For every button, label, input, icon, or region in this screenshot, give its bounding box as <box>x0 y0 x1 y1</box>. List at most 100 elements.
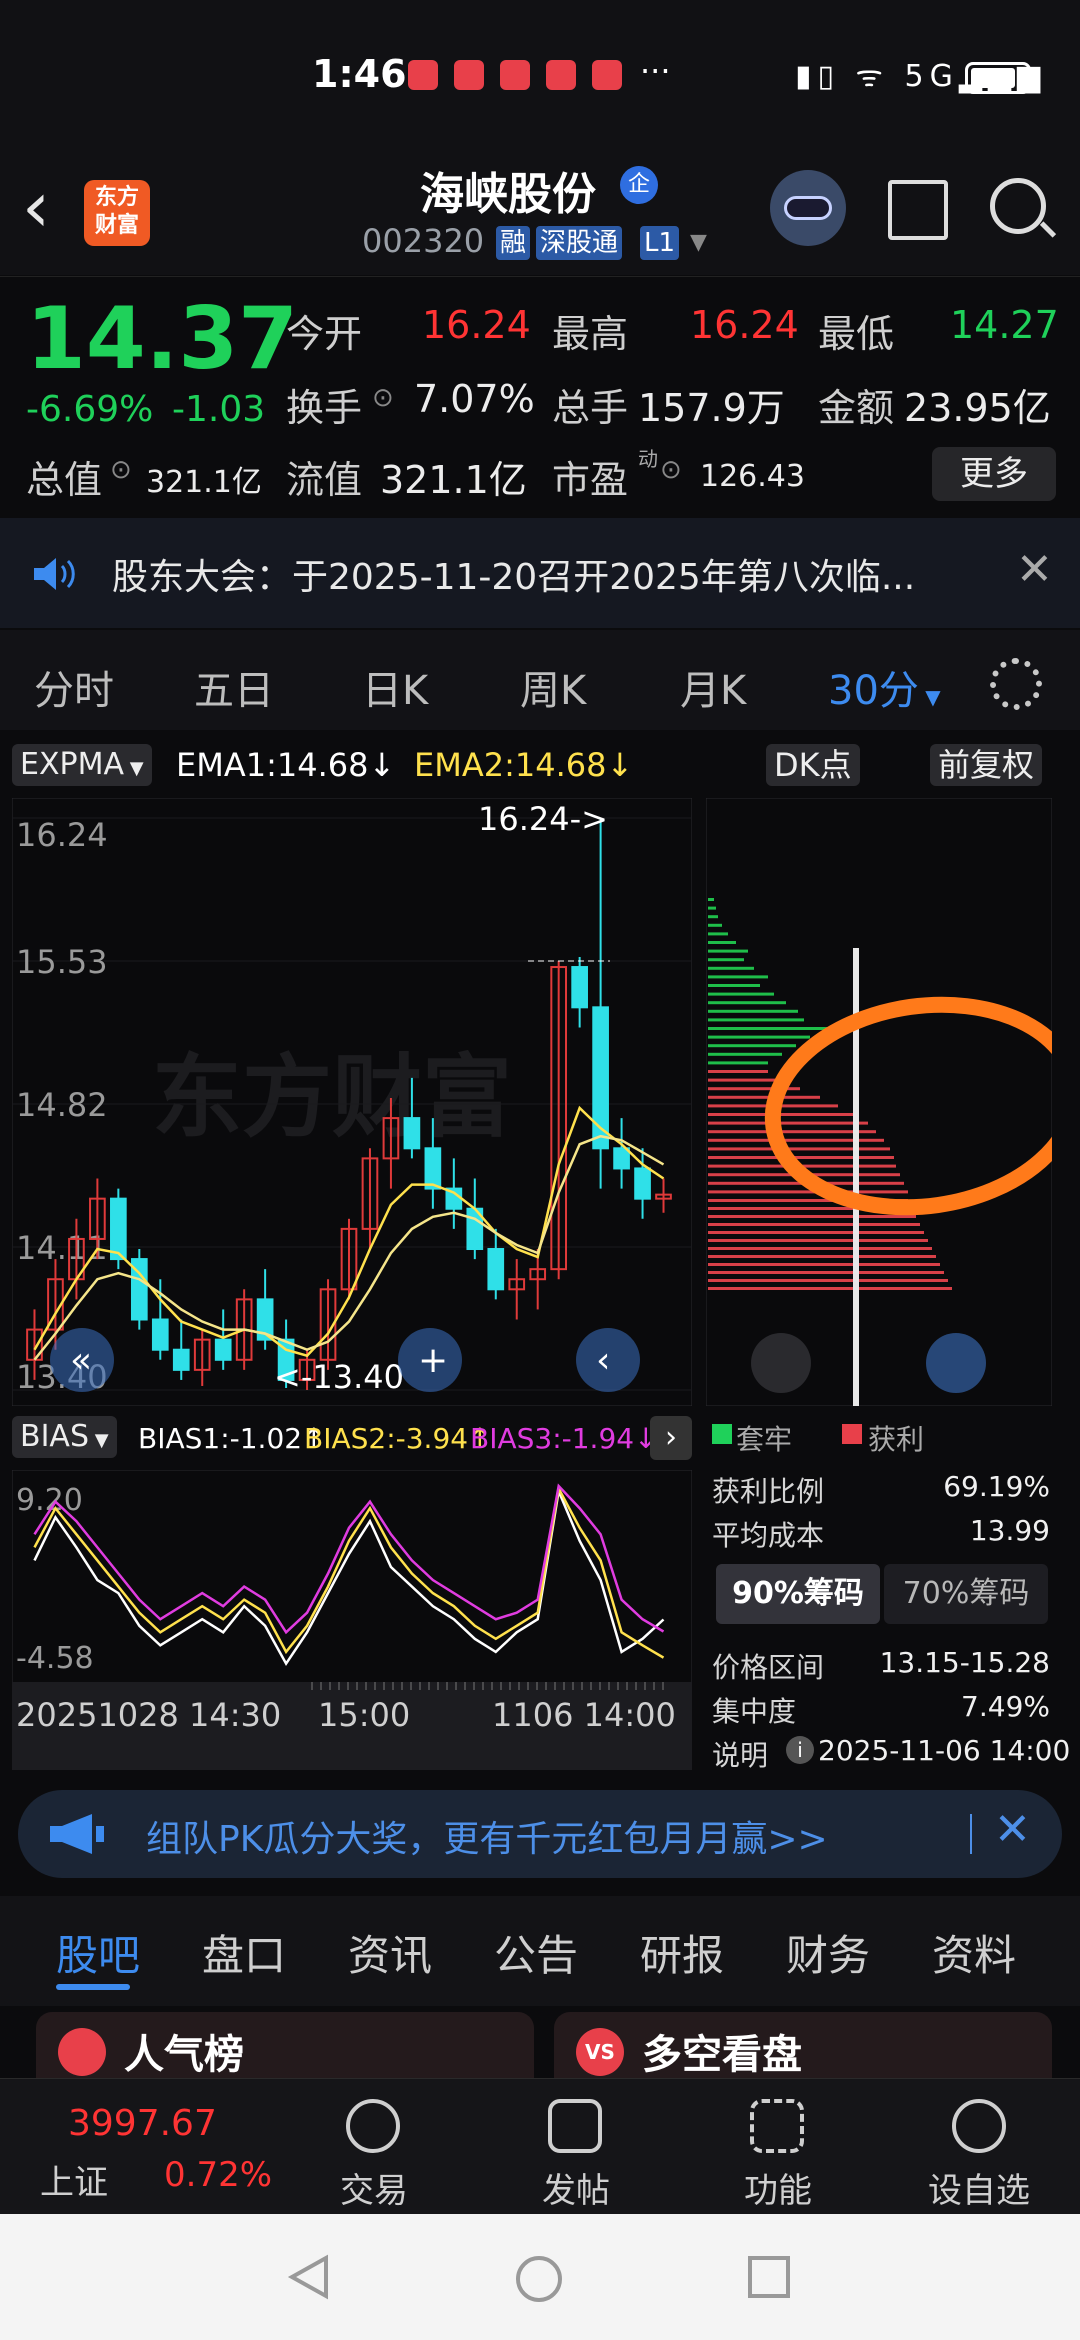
profit-ratio-value: 69.19% <box>943 1470 1050 1503</box>
tab-30min[interactable]: 30分 ▼ <box>828 658 941 716</box>
info-icon[interactable]: ⊙ <box>660 455 682 485</box>
low-annotation: <-13.40 <box>274 1358 404 1396</box>
market-cap-value: 321.1亿 <box>146 465 262 500</box>
vs-icon: VS <box>576 2028 624 2076</box>
back-button[interactable]: ‹ <box>22 172 50 242</box>
amount-label: 金额 <box>818 386 895 430</box>
y-tick-label: 15.53 <box>16 943 108 981</box>
candle-body <box>634 1167 651 1200</box>
chip-bar-trapped <box>708 1001 786 1005</box>
chip-bar-trapped <box>708 966 754 970</box>
chip-70-button[interactable]: 70%筹码 <box>884 1564 1048 1624</box>
candle-body <box>571 966 588 1009</box>
nav-trade[interactable]: 交易 <box>340 2163 408 2212</box>
post-icon[interactable] <box>548 2099 602 2153</box>
app-notification-icon <box>592 60 622 90</box>
close-icon[interactable]: ✕ <box>1016 544 1053 595</box>
candle-body <box>403 1117 421 1150</box>
margin-tag: 融 <box>496 226 531 260</box>
chip-bar-profit <box>708 1113 858 1116</box>
chip-distribution-chart[interactable] <box>706 798 1052 1406</box>
bias-chart[interactable]: 9.20-4.5820251028 14:30 15:00 1106 14:00 <box>12 1470 692 1770</box>
popularity-card[interactable]: 人气榜 <box>36 2012 534 2080</box>
scroll-left-icon-glyph: « <box>70 1340 92 1381</box>
candle-body <box>424 1147 442 1190</box>
chip-bar-profit <box>708 1190 908 1194</box>
more-icon[interactable] <box>952 2099 1006 2153</box>
y-tick-label: 14.11 <box>16 1229 108 1267</box>
function-icon[interactable] <box>750 2099 804 2153</box>
promo-banner[interactable]: 组队PK瓜分大奖，更有千元红包月月赢>> ✕ <box>18 1790 1062 1878</box>
tab-monthly-k[interactable]: 月K <box>680 658 746 716</box>
info-icon[interactable]: i <box>786 1736 814 1764</box>
tab-daily-k[interactable]: 日K <box>362 658 428 716</box>
notice-text: 股东大会：于2025-11-20召开2025年第八次临... <box>112 557 916 598</box>
candlestick-chart[interactable]: 东方财富16.2415.5314.8214.1113.4016.24-><-13… <box>12 798 692 1406</box>
nav-post[interactable]: 发帖 <box>542 2163 610 2212</box>
chevron-down-icon[interactable]: ▼ <box>690 230 707 255</box>
bias-selector[interactable]: BIAS ▼ <box>12 1416 117 1458</box>
tab-orderbook[interactable]: 盘口 <box>202 1922 286 1983</box>
recents-square-icon[interactable] <box>746 2254 792 2300</box>
chip-bar-trapped <box>708 958 744 962</box>
active-tab-indicator <box>56 1984 130 1990</box>
app-logo: 东方 财富 <box>84 180 150 246</box>
low-label: 最低 <box>818 312 895 356</box>
chips-frame <box>706 798 1052 1406</box>
stock-code: 002320 <box>362 222 485 260</box>
tab-announcements[interactable]: 公告 <box>494 1922 578 1983</box>
back-triangle-icon[interactable] <box>286 2254 332 2300</box>
nav-function[interactable]: 功能 <box>744 2163 812 2212</box>
candle-body <box>487 1248 505 1291</box>
chip-bar-trapped <box>708 975 768 979</box>
high-value: 16.24 <box>690 303 799 347</box>
chip-bar-trapped <box>708 1044 796 1048</box>
info-icon[interactable]: ⊙ <box>372 383 394 413</box>
high-label: 最高 <box>552 312 629 356</box>
trade-icon[interactable] <box>346 2099 400 2153</box>
chip-bar-profit <box>708 1271 944 1274</box>
chart-icon <box>58 2028 106 2076</box>
profit-ratio-label: 获利比例 <box>712 1475 825 1508</box>
pe-value: 126.43 <box>700 459 805 494</box>
notice-bar[interactable]: 股东大会：于2025-11-20召开2025年第八次临... ✕ <box>0 518 1080 628</box>
chip-bar-trapped <box>708 1052 782 1056</box>
legend-trapped-label: 套牢 <box>736 1423 793 1456</box>
price-range-value: 13.15-15.28 <box>879 1646 1050 1679</box>
bottom-nav: 3997.67 上证 0.72% 交易 发帖 功能 设自选 <box>0 2078 1080 2214</box>
x-tick-label: 15:00 <box>318 1696 410 1734</box>
tab-forum[interactable]: 股吧 <box>56 1922 140 1983</box>
adjust-button[interactable]: 前复权 <box>930 744 1043 786</box>
tab-research[interactable]: 研报 <box>640 1922 724 1983</box>
ai-assistant-icon[interactable] <box>770 170 846 246</box>
chip-bar-trapped <box>708 1009 798 1013</box>
share-icon[interactable] <box>888 180 948 240</box>
indicator-selector[interactable]: EXPMA ▼ <box>12 744 152 786</box>
info-icon[interactable]: ⊙ <box>110 455 132 485</box>
chip-90-button[interactable]: 90%筹码 <box>716 1564 880 1624</box>
home-circle-icon[interactable] <box>514 2254 564 2304</box>
chip-bar-trapped <box>708 992 774 996</box>
turnover-value: 7.07% <box>414 377 535 421</box>
chevron-left-icon-glyph: ‹ <box>596 1340 610 1381</box>
tab-profile[interactable]: 资料 <box>932 1922 1016 1983</box>
tab-weekly-k[interactable]: 周K <box>520 658 586 716</box>
app-notification-icon <box>408 60 438 90</box>
tab-intraday[interactable]: 分时 <box>34 658 114 716</box>
tab-five-day[interactable]: 五日 <box>194 658 274 716</box>
tab-financials[interactable]: 财务 <box>786 1922 870 1983</box>
expand-icon <box>926 1333 986 1393</box>
bull-bear-card[interactable]: VS 多空看盘 <box>554 2012 1052 2080</box>
close-icon[interactable]: ✕ <box>994 1804 1031 1855</box>
dk-point-button[interactable]: DK点 <box>766 744 860 786</box>
search-icon[interactable] <box>990 178 1046 234</box>
more-button[interactable]: 更多 <box>932 447 1056 501</box>
pe-dynamic-mark: 动 <box>638 447 658 471</box>
chevron-right-icon[interactable]: › <box>650 1416 692 1460</box>
gear-icon[interactable] <box>990 658 1042 710</box>
legend-green-swatch <box>712 1424 732 1444</box>
bias1-value: BIAS1:-1.02↑ <box>138 1422 326 1455</box>
float-value: 321.1亿 <box>380 458 527 502</box>
tab-news[interactable]: 资讯 <box>348 1922 432 1983</box>
nav-watchlist[interactable]: 设自选 <box>928 2163 1030 2212</box>
